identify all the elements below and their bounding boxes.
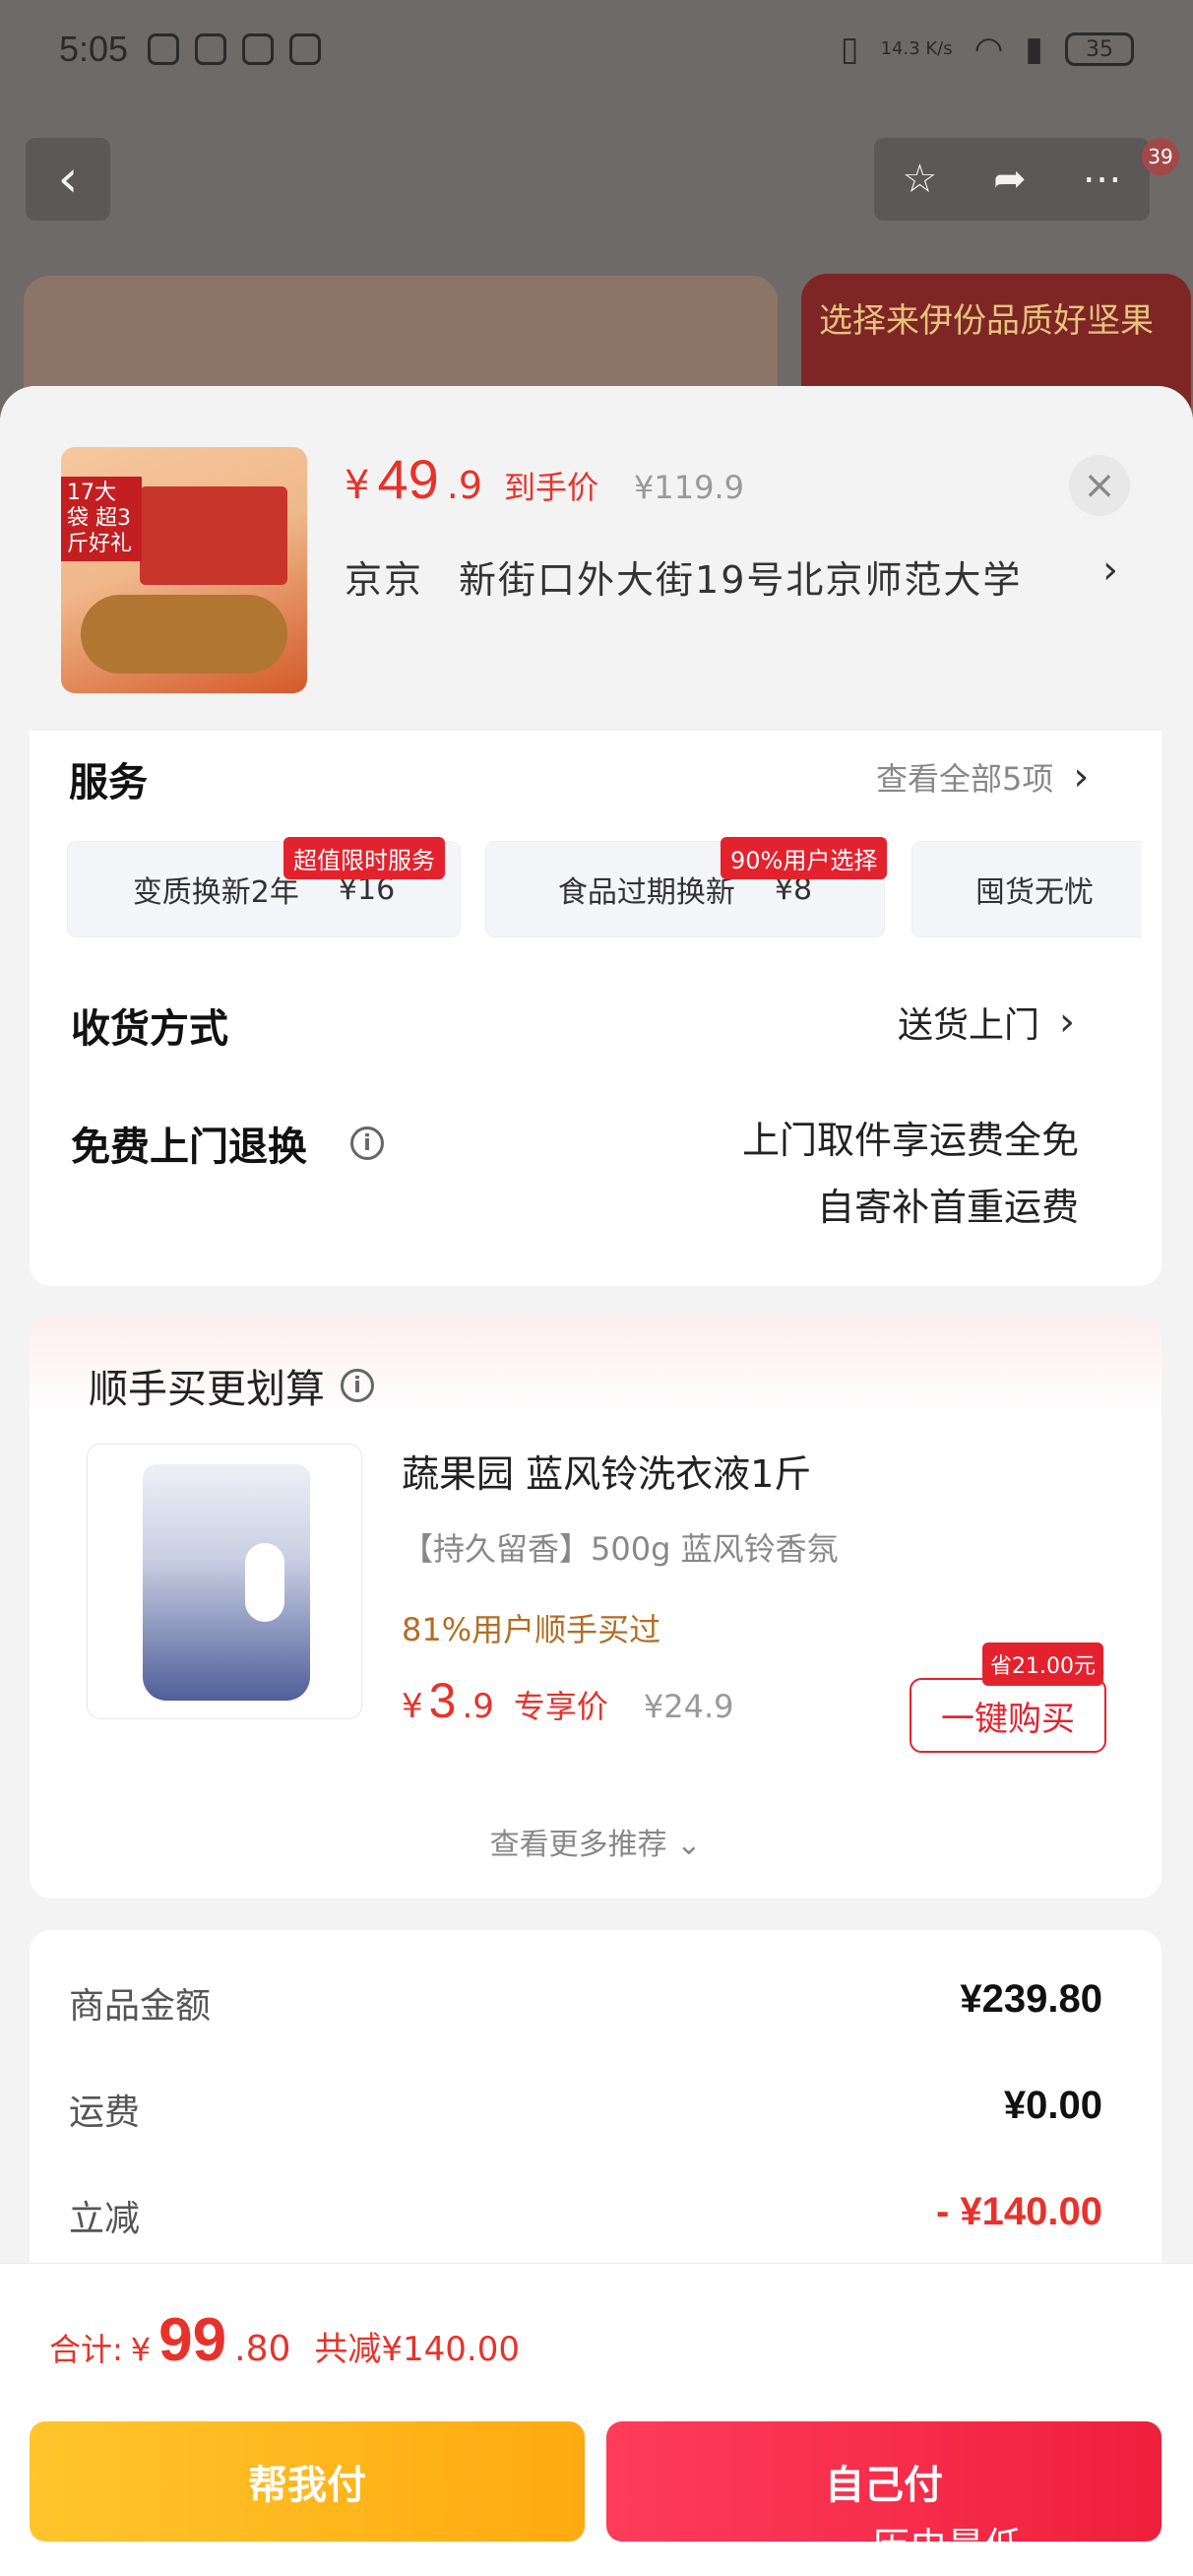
- total-label: 合计:: [49, 2331, 123, 2368]
- service-chips: 变质换新2年 ¥16 食品过期换新 ¥8 囤货无忧: [67, 841, 1142, 939]
- wifi-icon: ◠: [973, 30, 1004, 69]
- chip-badge: 90%用户选择: [721, 837, 888, 879]
- detergent-bottle-image: [143, 1464, 310, 1701]
- price-integer: 49: [377, 448, 439, 510]
- product-price: ¥49.9 到手价 ¥119.9: [345, 447, 744, 511]
- summary-row: 立减 - ¥140.00: [69, 2190, 1102, 2241]
- total-saved: 共减¥140.00: [314, 2330, 520, 2369]
- chip-label: 囤货无忧: [975, 875, 1094, 910]
- nfc-icon: [289, 33, 322, 65]
- chevron-right-icon: ›: [1059, 999, 1076, 1045]
- summary-value: ¥239.80: [960, 1977, 1102, 2021]
- free-return-line1: 上门取件享运费全免: [741, 1119, 1079, 1162]
- top-actions: ☆ ➦ ⋯: [874, 138, 1150, 221]
- total-decimal: .80: [234, 2329, 291, 2369]
- chip-label: 变质换新2年: [132, 875, 299, 910]
- order-total: 合计: ¥99.80 共减¥140.00: [49, 2305, 520, 2375]
- original-price: ¥24.9: [643, 1688, 734, 1725]
- summary-label: 立减: [69, 2199, 141, 2239]
- free-return-title: 免费上门退换: [71, 1125, 307, 1170]
- recommendation-image[interactable]: [87, 1444, 362, 1719]
- address-detail: 新街口外大街19号北京师范大学: [459, 558, 1023, 602]
- price-decimal: .9: [462, 1687, 494, 1726]
- gift-box-image: [140, 486, 287, 585]
- services-view-all-label: 查看全部5项: [876, 760, 1054, 798]
- pay-for-me-button[interactable]: 帮我付: [30, 2421, 585, 2542]
- status-bar: 5:05 ▯ 14.3 K/s ◠ ▮ 35: [0, 0, 1193, 98]
- chip-label: 食品过期换新: [557, 875, 735, 910]
- recommendation-bought: 81%用户顺手买过: [402, 1611, 661, 1648]
- eye-icon: [242, 33, 275, 65]
- checkout-footer: 合计: ¥99.80 共减¥140.00 帮我付 自己付 历史最低: [0, 2263, 1193, 2576]
- one-click-buy-button[interactable]: 一键购买: [910, 1678, 1106, 1753]
- back-button: ‹: [26, 138, 110, 221]
- delivery-title: 收货方式: [71, 1006, 228, 1052]
- price-label: 到手价: [504, 469, 599, 506]
- free-return-text: 上门取件享运费全免 自寄补首重运费: [742, 1107, 1079, 1241]
- services-title: 服务: [69, 760, 148, 805]
- network-speed: 14.3 K/s: [880, 38, 953, 59]
- watermark-text: 历史最低: [872, 2525, 1023, 2568]
- close-button[interactable]: ×: [1069, 455, 1130, 516]
- recommendation-name[interactable]: 蔬果园 蓝风铃洗衣液1斤: [402, 1444, 811, 1498]
- summary-value: ¥0.00: [1003, 2084, 1102, 2127]
- original-price: ¥119.9: [634, 469, 744, 506]
- total-integer: 99: [158, 2306, 227, 2374]
- app-notification-icon: [148, 33, 180, 65]
- service-card: 服务 查看全部5项 › 变质换新2年 ¥16 食品过期换新 ¥8 囤货无忧 超值…: [30, 731, 1162, 1286]
- summary-value: - ¥140.00: [935, 2190, 1102, 2233]
- app-notification-icon: [195, 33, 227, 65]
- star-icon: ☆: [902, 157, 938, 202]
- address-selector[interactable]: 京京 新街口外大街19号北京师范大学: [345, 549, 1022, 604]
- summary-row: 运费 ¥0.00: [69, 2084, 1102, 2135]
- free-return-line2: 自寄补首重运费: [816, 1186, 1079, 1229]
- vibrate-icon: ▯: [840, 30, 859, 69]
- watermark: 历史最低: [872, 2516, 1022, 2570]
- free-return-title-row: 免费上门退换 i: [71, 1115, 384, 1172]
- chevron-right-icon: ›: [1102, 547, 1118, 593]
- product-header: 17大袋 超3斤好礼 ¥49.9 到手价 ¥119.9 × 京京 新街口外大街19…: [0, 386, 1193, 731]
- checkout-sheet: 17大袋 超3斤好礼 ¥49.9 到手价 ¥119.9 × 京京 新街口外大街19…: [0, 386, 1193, 2576]
- recommendation-card: 顺手买更划算 i 蔬果园 蓝风铃洗衣液1斤 【持久留香】500g 蓝风铃香氛 8…: [30, 1318, 1162, 1899]
- recommendation-subtitle: 【持久留香】500g 蓝风铃香氛: [402, 1530, 839, 1568]
- price-integer: 3: [428, 1673, 457, 1728]
- thumbnail-tag: 17大袋 超3斤好礼: [61, 477, 142, 561]
- notification-icons: [148, 33, 322, 65]
- currency-symbol: ¥: [402, 1687, 423, 1726]
- signal-icon: ▮: [1025, 30, 1043, 69]
- message-badge: 39: [1142, 138, 1179, 175]
- summary-label: 商品金额: [69, 1986, 212, 2027]
- share-icon: ➦: [993, 157, 1027, 202]
- summary-row: 商品金额 ¥239.80: [69, 1977, 1102, 2029]
- price-decimal: .9: [446, 464, 483, 507]
- save-badge: 省21.00元: [982, 1642, 1103, 1686]
- chevron-right-icon: ›: [1073, 754, 1090, 800]
- recommendation-title: 顺手买更划算: [89, 1367, 325, 1412]
- recommendation-price: ¥3.9 专享价 ¥24.9: [402, 1672, 734, 1729]
- bottle-handle: [245, 1543, 284, 1622]
- delivery-value: 送货上门: [898, 1005, 1040, 1046]
- close-icon: ×: [1083, 463, 1116, 508]
- services-view-all[interactable]: 查看全部5项 ›: [876, 754, 1089, 800]
- more-recommendations-link[interactable]: 查看更多推荐 ⌄: [30, 1820, 1162, 1863]
- currency-symbol: ¥: [130, 2331, 152, 2368]
- currency-symbol: ¥: [345, 463, 370, 508]
- summary-label: 运费: [69, 2093, 141, 2133]
- battery-indicator: 35: [1065, 32, 1134, 66]
- price-label: 专享价: [513, 1688, 608, 1725]
- info-icon[interactable]: i: [341, 1369, 374, 1402]
- address-city: 京京: [345, 558, 424, 602]
- delivery-selector[interactable]: 送货上门 ›: [898, 997, 1075, 1048]
- product-thumbnail: 17大袋 超3斤好礼: [61, 447, 307, 693]
- recommendation-title-row: 顺手买更划算 i: [89, 1357, 374, 1414]
- more-icon: ⋯: [1082, 157, 1122, 202]
- status-time: 5:05: [59, 29, 129, 69]
- nuts-image: [81, 595, 287, 674]
- service-chip[interactable]: 囤货无忧: [911, 841, 1142, 937]
- chip-badge: 超值限时服务: [283, 837, 445, 879]
- info-icon[interactable]: i: [350, 1127, 384, 1160]
